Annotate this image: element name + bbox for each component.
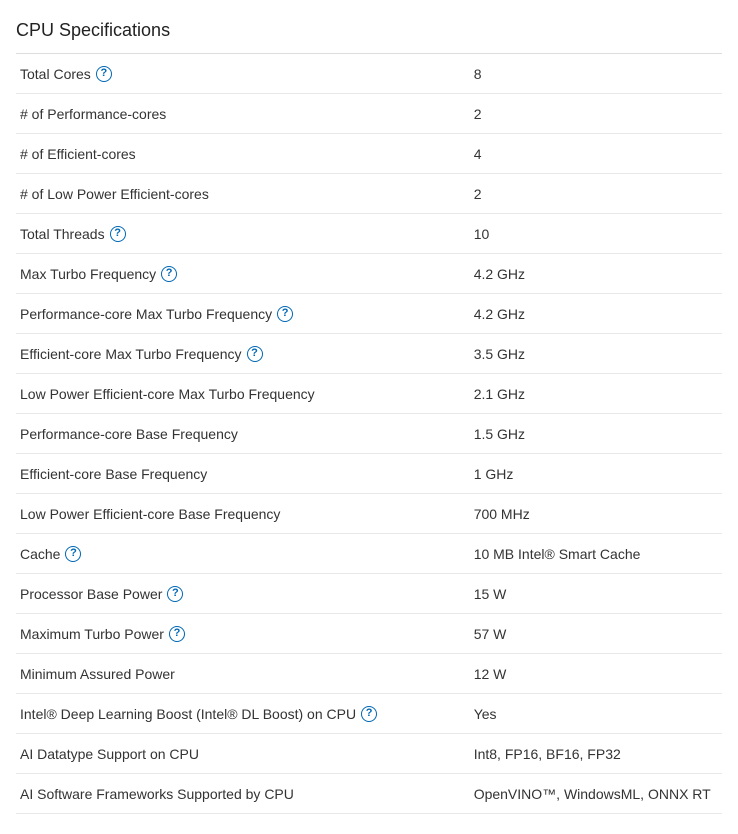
table-row: Total Threads?10 — [16, 214, 722, 254]
spec-label: Performance-core Max Turbo Frequency? — [20, 306, 474, 322]
spec-value: OpenVINO™, WindowsML, ONNX RT — [474, 786, 718, 802]
spec-value: 12 W — [474, 666, 718, 682]
help-icon[interactable]: ? — [361, 706, 377, 722]
spec-label: # of Performance-cores — [20, 106, 474, 122]
help-icon[interactable]: ? — [96, 66, 112, 82]
help-icon[interactable]: ? — [247, 346, 263, 362]
spec-label: Efficient-core Base Frequency — [20, 466, 474, 482]
spec-label: Efficient-core Max Turbo Frequency? — [20, 346, 474, 362]
spec-value: 15 W — [474, 586, 718, 602]
cpu-spec-table: Total Cores?8# of Performance-cores2# of… — [16, 54, 722, 814]
spec-value: Yes — [474, 706, 718, 722]
table-row: Performance-core Max Turbo Frequency?4.2… — [16, 294, 722, 334]
spec-value: 1 GHz — [474, 466, 718, 482]
spec-value: 10 — [474, 226, 718, 242]
help-icon[interactable]: ? — [110, 226, 126, 242]
spec-label: AI Software Frameworks Supported by CPU — [20, 786, 474, 802]
spec-label: AI Datatype Support on CPU — [20, 746, 474, 762]
spec-label: Cache? — [20, 546, 474, 562]
spec-value: 2.1 GHz — [474, 386, 718, 402]
spec-label: Total Threads? — [20, 226, 474, 242]
table-row: Efficient-core Max Turbo Frequency?3.5 G… — [16, 334, 722, 374]
spec-value: Int8, FP16, BF16, FP32 — [474, 746, 718, 762]
spec-value: 10 MB Intel® Smart Cache — [474, 546, 718, 562]
help-icon[interactable]: ? — [161, 266, 177, 282]
spec-label: Low Power Efficient-core Max Turbo Frequ… — [20, 386, 474, 402]
spec-value: 700 MHz — [474, 506, 718, 522]
spec-label: Total Cores? — [20, 66, 474, 82]
spec-value: 4 — [474, 146, 718, 162]
table-row: # of Efficient-cores4 — [16, 134, 722, 174]
spec-value: 3.5 GHz — [474, 346, 718, 362]
page-title: CPU Specifications — [16, 20, 722, 41]
spec-value: 2 — [474, 186, 718, 202]
spec-label: Maximum Turbo Power? — [20, 626, 474, 642]
spec-label: Intel® Deep Learning Boost (Intel® DL Bo… — [20, 706, 474, 722]
spec-label: Processor Base Power? — [20, 586, 474, 602]
spec-value: 57 W — [474, 626, 718, 642]
table-row: # of Performance-cores2 — [16, 94, 722, 134]
table-row: Performance-core Base Frequency1.5 GHz — [16, 414, 722, 454]
table-row: Intel® Deep Learning Boost (Intel® DL Bo… — [16, 694, 722, 734]
table-row: Maximum Turbo Power?57 W — [16, 614, 722, 654]
spec-value: 8 — [474, 66, 718, 82]
help-icon[interactable]: ? — [169, 626, 185, 642]
spec-value: 1.5 GHz — [474, 426, 718, 442]
help-icon[interactable]: ? — [65, 546, 81, 562]
spec-value: 2 — [474, 106, 718, 122]
spec-value: 4.2 GHz — [474, 306, 718, 322]
table-row: AI Datatype Support on CPUInt8, FP16, BF… — [16, 734, 722, 774]
table-row: Cache?10 MB Intel® Smart Cache — [16, 534, 722, 574]
spec-label: # of Efficient-cores — [20, 146, 474, 162]
help-icon[interactable]: ? — [167, 586, 183, 602]
spec-label: # of Low Power Efficient-cores — [20, 186, 474, 202]
spec-label: Max Turbo Frequency? — [20, 266, 474, 282]
table-row: Minimum Assured Power12 W — [16, 654, 722, 694]
spec-label: Low Power Efficient-core Base Frequency — [20, 506, 474, 522]
table-row: Low Power Efficient-core Base Frequency7… — [16, 494, 722, 534]
table-row: Max Turbo Frequency?4.2 GHz — [16, 254, 722, 294]
table-row: # of Low Power Efficient-cores2 — [16, 174, 722, 214]
table-row: Low Power Efficient-core Max Turbo Frequ… — [16, 374, 722, 414]
table-row: Total Cores?8 — [16, 54, 722, 94]
table-row: AI Software Frameworks Supported by CPUO… — [16, 774, 722, 814]
table-row: Efficient-core Base Frequency1 GHz — [16, 454, 722, 494]
spec-value: 4.2 GHz — [474, 266, 718, 282]
spec-label: Performance-core Base Frequency — [20, 426, 474, 442]
help-icon[interactable]: ? — [277, 306, 293, 322]
spec-label: Minimum Assured Power — [20, 666, 474, 682]
table-row: Processor Base Power?15 W — [16, 574, 722, 614]
